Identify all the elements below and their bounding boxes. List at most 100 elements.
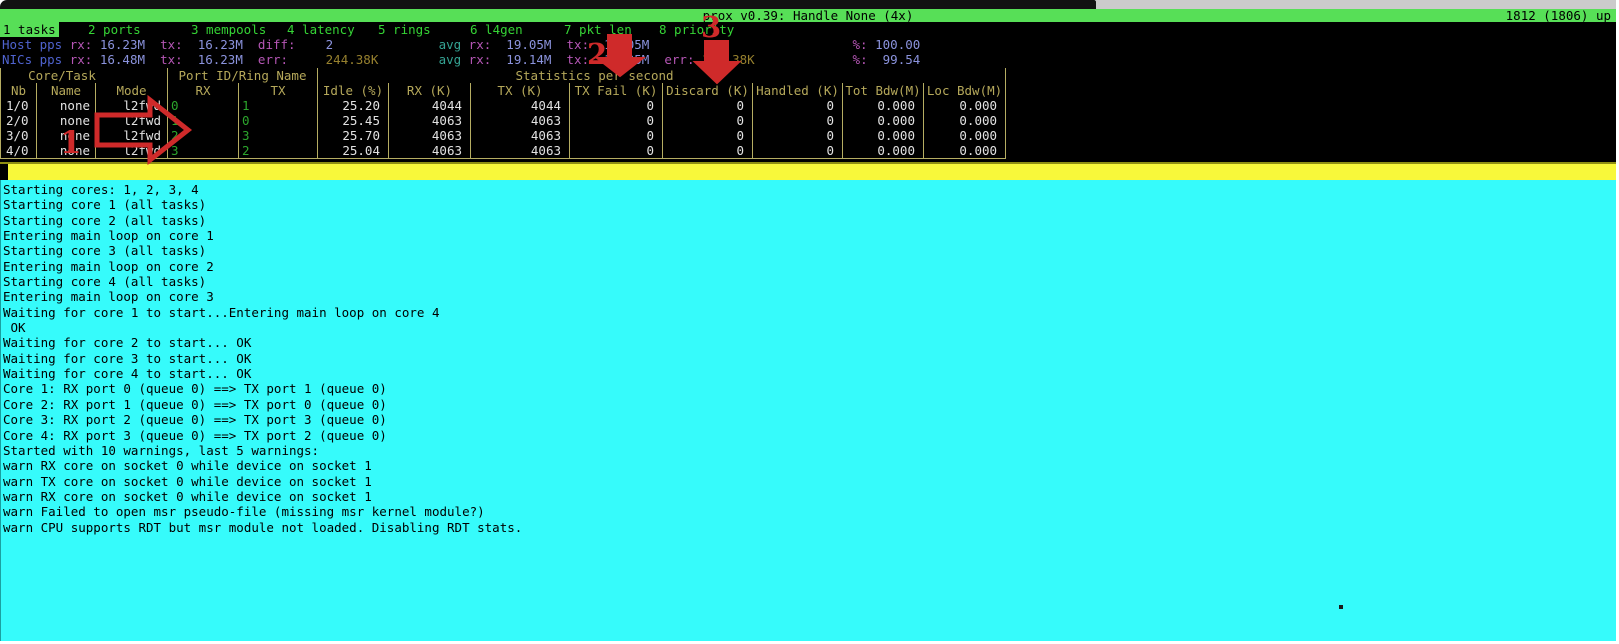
table-cell: 0.000 (924, 113, 1006, 128)
stat-segment: rx: (62, 52, 92, 67)
table-cell: 4063 (389, 113, 471, 128)
table-cell: 0.000 (843, 98, 924, 113)
group-header: Port ID/Ring Name (168, 68, 318, 83)
divider-left-notch (0, 164, 8, 180)
table-cell: 25.70 (318, 128, 389, 143)
window-top-strip (0, 0, 1096, 9)
table-cell: 1/0 (1, 98, 37, 113)
stat-segment: rx: (461, 52, 491, 67)
tab-8-priority[interactable]: 8 priority (656, 22, 737, 37)
table-cell: 4063 (389, 143, 471, 159)
table-cell: 2 (168, 128, 239, 143)
table-cell: 0 (753, 128, 843, 143)
tab-5-rings[interactable]: 5 rings (375, 22, 434, 37)
per-core-stats-table: Core/TaskPort ID/Ring NameStatistics per… (0, 68, 1006, 159)
nics-stats-line: NICs pps rx: 16.48M tx: 16.23M err: 244.… (2, 52, 920, 67)
stat-segment: rx: (461, 37, 491, 52)
table-row: 1/0nonel2fwd0125.20404440440000.0000.000 (1, 98, 1006, 113)
table-cell: l2fwd (96, 128, 168, 143)
annotation-label-3: 3 (701, 13, 721, 42)
group-header: Core/Task (1, 68, 168, 83)
tab-4-latency[interactable]: 4 latency (284, 22, 358, 37)
stray-dot (1339, 605, 1343, 609)
terminal-stats-panel: 1 tasks 2 ports 3 mempools 4 latency 5 rings… (0, 22, 1616, 162)
stat-segment: Host pps (2, 37, 62, 52)
table-cell: 4/0 (1, 143, 37, 159)
column-header: TX Fail (K) (570, 83, 663, 98)
stat-segment: 100.00 (868, 37, 921, 52)
yellow-divider-bar (0, 162, 1616, 180)
table-cell: 1 (168, 113, 239, 128)
stat-segment: err: (243, 52, 288, 67)
table-cell: 0 (570, 143, 663, 159)
table-body: 1/0nonel2fwd0125.20404440440000.0000.000… (1, 98, 1006, 159)
stat-segment (333, 37, 438, 52)
table-cell: 25.20 (318, 98, 389, 113)
table-cell: 4063 (389, 128, 471, 143)
table-cell: 2/0 (1, 113, 37, 128)
annotation-label-1: 1 (60, 128, 82, 159)
stat-segment: tx: (145, 52, 183, 67)
group-header: Statistics per second (318, 68, 1006, 83)
table-cell: l2fwd (96, 113, 168, 128)
column-header: RX (168, 83, 239, 98)
table-cell: 0.000 (843, 143, 924, 159)
column-header: Nb (1, 83, 37, 98)
stat-segment: rx: (62, 37, 92, 52)
tab-3-mempools[interactable]: 3 mempools (188, 22, 269, 37)
stat-segment: avg (439, 37, 462, 52)
table-cell: 0 (663, 128, 753, 143)
stat-segment: tx: (551, 37, 589, 52)
column-header: Name (37, 83, 96, 98)
stat-segment: 16.23M (183, 37, 243, 52)
stat-segment: 19.05M (491, 37, 551, 52)
table-cell: 0 (663, 143, 753, 159)
table-cell: 4063 (471, 128, 570, 143)
table-cell: 0 (663, 98, 753, 113)
table-cell: 4063 (471, 113, 570, 128)
table-cell: 0 (570, 98, 663, 113)
table-cell: 0.000 (924, 98, 1006, 113)
table-cell: 0 (753, 98, 843, 113)
tab-6-l4gen[interactable]: 6 l4gen (467, 22, 526, 37)
table-cell: 3 (239, 128, 318, 143)
tab-7-pkt-len[interactable]: 7 pkt len (561, 22, 635, 37)
tab-1-tasks[interactable]: 1 tasks (0, 22, 59, 37)
group-header-row: Core/TaskPort ID/Ring NameStatistics per… (1, 68, 1006, 83)
prox-terminal-screen: prox v0.39: Handle None (4x) 1812 (1806)… (0, 0, 1619, 644)
annotation-label-2: 2 (587, 40, 607, 69)
stat-segment: tx: (551, 52, 589, 67)
table-cell: l2fwd (96, 143, 168, 159)
stat-segment: err: (649, 52, 694, 67)
column-header: Discard (K) (663, 83, 753, 98)
table-cell: 3 (168, 143, 239, 159)
column-header: Idle (%) (318, 83, 389, 98)
table-header: Core/TaskPort ID/Ring NameStatistics per… (1, 68, 1006, 98)
tab-bar: 1 tasks 2 ports 3 mempools 4 latency 5 rings… (0, 22, 1616, 38)
table-cell: 0.000 (843, 113, 924, 128)
tab-2-ports[interactable]: 2 ports (85, 22, 144, 37)
table-cell: 0 (239, 113, 318, 128)
table-cell: 0 (570, 128, 663, 143)
table-cell: 25.04 (318, 143, 389, 159)
table-cell: 4063 (471, 143, 570, 159)
column-header: TX (239, 83, 318, 98)
stat-segment: %: (853, 37, 868, 52)
table-cell: 0 (663, 113, 753, 128)
column-header: Handled (K) (753, 83, 843, 98)
stat-segment: 19.14M (491, 52, 551, 67)
column-header: Mode (96, 83, 168, 98)
table-cell: 4044 (471, 98, 570, 113)
table-cell: 2 (239, 143, 318, 159)
table-row: 4/0nonel2fwd3225.04406340630000.0000.000 (1, 143, 1006, 159)
table-cell: 0.000 (924, 128, 1006, 143)
stat-segment: 2 (296, 37, 334, 52)
title-bar: prox v0.39: Handle None (4x) 1812 (1806)… (0, 9, 1616, 22)
table-cell: 0.000 (924, 143, 1006, 159)
table-cell: 1 (239, 98, 318, 113)
app-title: prox v0.39: Handle None (4x) (0, 9, 1616, 22)
table-cell: 4044 (389, 98, 471, 113)
table-cell: 0 (753, 143, 843, 159)
stat-segment (649, 37, 852, 52)
stat-segment (378, 52, 438, 67)
